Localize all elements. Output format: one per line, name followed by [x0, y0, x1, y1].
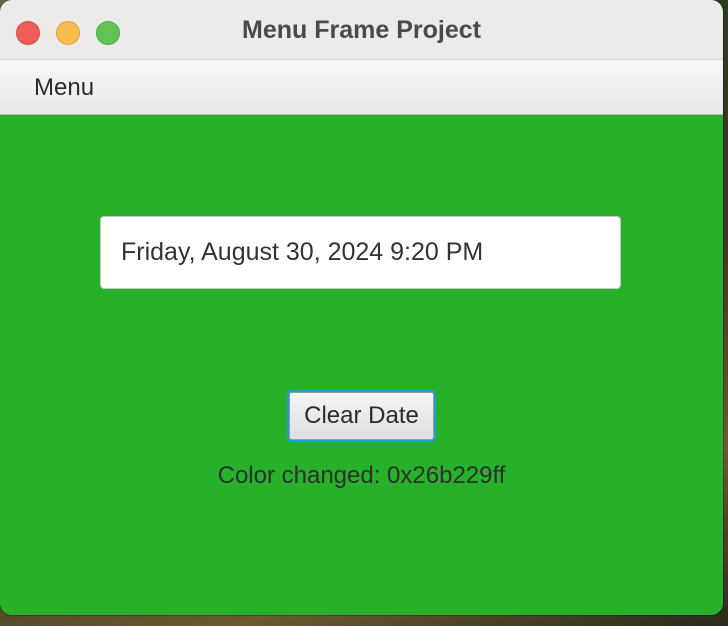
- app-window: Menu Frame Project Menu Clear Date Color…: [0, 0, 723, 615]
- window-title: Menu Frame Project: [242, 16, 481, 44]
- content-pane: Clear Date Color changed: 0x26b229ff: [0, 115, 723, 615]
- clear-date-button[interactable]: Clear Date: [287, 390, 436, 442]
- menu-bar: Menu: [0, 60, 723, 115]
- menu-item-menu[interactable]: Menu: [22, 60, 106, 115]
- title-bar: Menu Frame Project: [0, 0, 723, 60]
- color-status-label: Color changed: 0x26b229ff: [217, 462, 506, 489]
- date-field[interactable]: [100, 216, 621, 289]
